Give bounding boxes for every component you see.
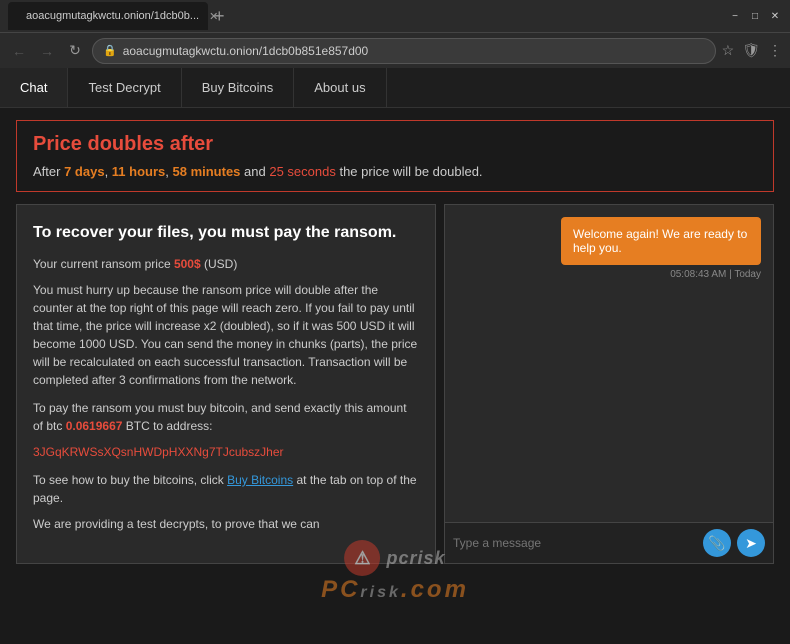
watermark-site: PCrisk.com (321, 576, 469, 604)
lock-icon: 🔒 (103, 44, 117, 57)
ransom-body1: You must hurry up because the ransom pri… (33, 281, 419, 389)
ransom-price: 500$ (174, 257, 201, 271)
main-area: To recover your files, you must pay the … (16, 204, 774, 564)
tab-test-decrypt[interactable]: Test Decrypt (68, 68, 181, 107)
chat-panel: Welcome again! We are ready to help you.… (444, 204, 774, 564)
chat-bubble: Welcome again! We are ready to help you. (561, 217, 761, 265)
menu-icon[interactable]: ⋮ (768, 42, 782, 59)
attach-button[interactable]: 📎 (703, 529, 731, 557)
address-field[interactable]: 🔒 aoacugmutagkwctu.onion/1dcb0b851e857d0… (92, 38, 716, 64)
back-button[interactable]: ← (8, 40, 30, 62)
minimize-button[interactable]: − (728, 9, 742, 23)
ransom-btc: 0.0619667 (66, 419, 123, 433)
browser-tab[interactable]: aoacugmutagkwctu.onion/1dcb0b... ✕ (8, 2, 208, 30)
ransom-price-line: Your current ransom price 500$ (USD) (33, 255, 419, 273)
chat-message-item: Welcome again! We are ready to help you.… (457, 217, 761, 280)
tab-chat[interactable]: Chat (0, 68, 68, 107)
chat-messages: Welcome again! We are ready to help you.… (445, 205, 773, 522)
minutes-highlight: 58 minutes (173, 164, 241, 179)
tab-buy-bitcoins[interactable]: Buy Bitcoins (182, 68, 295, 107)
titlebar: aoacugmutagkwctu.onion/1dcb0b... ✕ + − □… (0, 0, 790, 32)
price-alert: Price doubles after After 7 days, 11 hou… (16, 120, 774, 192)
ransom-body3: To see how to buy the bitcoins, click Bu… (33, 471, 419, 507)
url-text: aoacugmutagkwctu.onion/1dcb0b851e857d00 (123, 44, 369, 58)
forward-button[interactable]: → (36, 40, 58, 62)
tab-about-us[interactable]: About us (294, 68, 386, 107)
buy-bitcoins-link[interactable]: Buy Bitcoins (227, 473, 293, 487)
watermark-pctext: pcrisk (386, 548, 445, 569)
tab-title: aoacugmutagkwctu.onion/1dcb0b... (26, 10, 199, 22)
shield-icon[interactable]: 🛡 (742, 42, 760, 59)
new-tab-button[interactable]: + (214, 6, 225, 27)
tab-bar: aoacugmutagkwctu.onion/1dcb0b... ✕ + (8, 2, 716, 30)
chat-input-row: 📎 ➤ (445, 522, 773, 563)
nav-tabs: Chat Test Decrypt Buy Bitcoins About us (0, 68, 790, 108)
address-bar-row: ← → ↻ 🔒 aoacugmutagkwctu.onion/1dcb0b851… (0, 32, 790, 68)
window-controls: − □ ✕ (728, 9, 782, 23)
ransom-body4: We are providing a test decrypts, to pro… (33, 515, 419, 533)
price-alert-title: Price doubles after (33, 133, 757, 156)
seconds-highlight: 25 seconds (269, 164, 336, 179)
hours-highlight: 11 hours (112, 164, 165, 179)
close-button[interactable]: ✕ (768, 9, 782, 23)
maximize-button[interactable]: □ (748, 9, 762, 23)
watermark-logo: ⚠ pcrisk (344, 540, 445, 576)
days-highlight: 7 days (64, 164, 104, 179)
send-button[interactable]: ➤ (737, 529, 765, 557)
toolbar-icons: ☆ 🛡 ⋮ (722, 42, 782, 59)
ransom-address: 3JGqKRWSsXQsnHWDpHXXNg7TJcubszJher (33, 443, 419, 461)
reload-button[interactable]: ↻ (64, 40, 86, 62)
watermark: ⚠ pcrisk PCrisk.com (321, 540, 469, 604)
page-content: Chat Test Decrypt Buy Bitcoins About us … (0, 68, 790, 644)
chat-timestamp: 05:08:43 AM | Today (670, 269, 761, 280)
chat-input[interactable] (453, 536, 697, 550)
ransom-body2: To pay the ransom you must buy bitcoin, … (33, 399, 419, 435)
price-alert-text: After 7 days, 11 hours, 58 minutes and 2… (33, 164, 757, 179)
ransom-title: To recover your files, you must pay the … (33, 221, 419, 245)
watermark-icon: ⚠ (344, 540, 380, 576)
star-icon[interactable]: ☆ (722, 42, 735, 59)
ransom-panel: To recover your files, you must pay the … (16, 204, 436, 564)
